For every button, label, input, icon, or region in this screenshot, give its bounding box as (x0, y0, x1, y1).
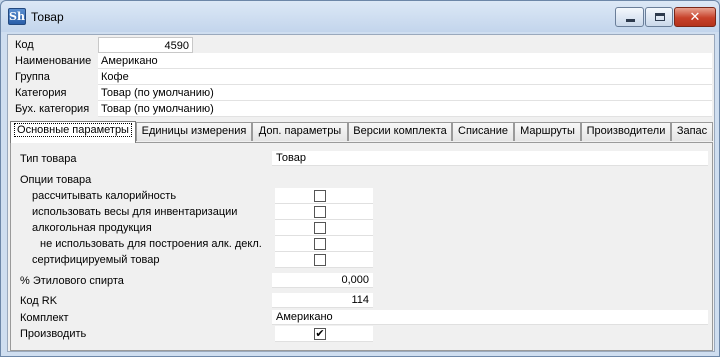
tab-routes[interactable]: Маршруты (514, 122, 581, 141)
tab-extra-parameters[interactable]: Доп. параметры (252, 122, 348, 141)
tab-units[interactable]: Единицы измерения (136, 122, 252, 141)
alcohol-percent-label: % Этилового спирта (20, 275, 124, 287)
maximize-button[interactable] (645, 7, 673, 27)
group-label: Группа (15, 71, 50, 83)
product-type-field[interactable]: Товар (272, 151, 708, 166)
tab-strip: Основные параметры Единицы измерения Доп… (10, 121, 714, 143)
tab-write-off[interactable]: Списание (452, 122, 514, 141)
alcohol-percent-field[interactable]: 0,000 (272, 273, 373, 288)
accounting-category-label: Бух. категория (15, 103, 90, 115)
option-cell-calories (275, 188, 373, 204)
form-body: Код 4590 Наименование Американо Группа К… (7, 34, 715, 352)
category-label: Категория (15, 87, 67, 99)
close-button[interactable]: ✕ (674, 7, 716, 27)
option-label-alcohol: алкогольная продукция (32, 222, 152, 234)
produce-cell: ✔ (275, 326, 373, 342)
option-label-certified: сертифицируемый товар (32, 254, 160, 266)
tab-main-parameters[interactable]: Основные параметры (10, 121, 136, 143)
rk-code-field[interactable]: 114 (272, 293, 373, 308)
options-heading: Опции товара (20, 174, 92, 186)
produce-checkbox[interactable]: ✔ (314, 328, 326, 340)
category-field[interactable]: Товар (по умолчанию) (98, 85, 712, 101)
option-cell-certified (275, 252, 373, 268)
kit-field[interactable]: Американо (272, 310, 708, 325)
option-label-no-declaration: не использовать для построения алк. декл… (40, 238, 262, 250)
tab-manufacturers[interactable]: Производители (581, 122, 671, 141)
certified-checkbox[interactable] (314, 254, 326, 266)
tab-kit-versions[interactable]: Версии комплекта (348, 122, 452, 141)
tab-stock[interactable]: Запас (671, 122, 713, 141)
name-label: Наименование (15, 55, 92, 67)
name-row: Наименование Американо (8, 53, 714, 69)
product-type-label: Тип товара (20, 153, 77, 165)
code-row: Код 4590 (8, 37, 714, 53)
group-row: Группа Кофе (8, 69, 714, 85)
minimize-icon (626, 19, 635, 22)
code-field[interactable]: 4590 (98, 37, 193, 53)
app-icon: Sh (8, 8, 26, 25)
option-label-calories: рассчитывать калорийность (32, 190, 177, 202)
name-field[interactable]: Американо (98, 53, 712, 69)
option-label-scales: использовать весы для инвентаризации (32, 206, 238, 218)
produce-label: Производить (20, 328, 87, 340)
accounting-category-row: Бух. категория Товар (по умолчанию) (8, 101, 714, 117)
maximize-icon (655, 13, 665, 21)
product-window: Sh Товар ✕ Код 4590 Наименование Америка… (0, 0, 720, 357)
alcohol-checkbox[interactable] (314, 222, 326, 234)
rk-code-label: Код RK (20, 295, 58, 307)
category-row: Категория Товар (по умолчанию) (8, 85, 714, 101)
no-declaration-checkbox[interactable] (314, 238, 326, 250)
option-cell-no-declaration (275, 236, 373, 252)
accounting-category-field[interactable]: Товар (по умолчанию) (98, 101, 712, 117)
option-cell-alcohol (275, 220, 373, 236)
main-parameters-panel: Тип товара Товар Опции товара рассчитыва… (10, 142, 713, 351)
minimize-button[interactable] (615, 7, 644, 27)
option-cell-scales (275, 204, 373, 220)
close-icon: ✕ (689, 9, 701, 24)
group-field[interactable]: Кофе (98, 69, 712, 85)
calories-checkbox[interactable] (314, 190, 326, 202)
kit-label: Комплект (20, 312, 69, 324)
window-title: Товар (31, 10, 64, 24)
code-label: Код (15, 39, 34, 51)
title-bar[interactable]: Sh Товар ✕ (1, 1, 719, 32)
scales-checkbox[interactable] (314, 206, 326, 218)
